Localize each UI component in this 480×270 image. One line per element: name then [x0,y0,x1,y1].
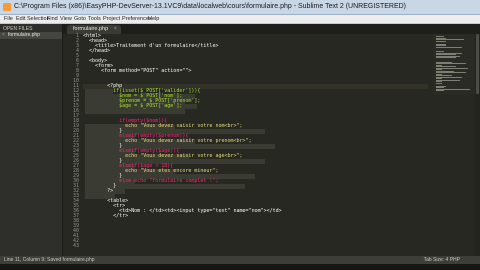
minimap-line [436,57,456,58]
code-editor[interactable]: 1 2 3 4 5 6 7 8 9 10 11 12 13 14 15 16 17 18 19 20 21 22 23 24 2… [63,34,480,256]
menu-help[interactable]: Help [148,15,159,23]
code-line: </head> [83,48,111,54]
menu-find[interactable]: Find [47,15,58,23]
sublime-app-icon [3,3,11,11]
bottom-strip [0,264,480,270]
menu-tools[interactable]: Tools [88,15,101,23]
tab-bar: formulaire.php × [63,24,480,34]
line-number-gutter: 1 2 3 4 5 6 7 8 9 10 11 12 13 14 15 16 17 18 19 20 21 22 23 24 2… [63,34,82,256]
sidebar: OPEN FILES × formulaire.php [0,24,63,256]
code-line: ?> [83,188,114,194]
menu-file[interactable]: File [4,15,13,23]
code-line: <form method="POST" action=""> [83,68,192,74]
menu-edit[interactable]: Edit [16,15,25,23]
code-line: $age = $_POST['age']; [83,103,183,109]
minimap-line [436,82,442,84]
menu-view[interactable]: View [60,15,72,23]
minimap-line [436,90,444,91]
status-right[interactable]: Tab Size: 4 PHP [424,256,460,264]
selection-block [85,109,185,114]
minimap[interactable] [433,34,475,94]
status-left: Line 11, Column 9; Saved formulaire.php [4,257,95,263]
minimap-line [436,46,462,48]
code-line: </tr> [83,213,129,219]
close-icon[interactable]: × [2,32,5,39]
menu-goto[interactable]: Goto [74,15,86,23]
tab-close-icon[interactable]: × [114,25,117,34]
status-bar: Line 11, Column 9; Saved formulaire.php … [0,256,480,264]
title-bar: C:\Program Files (x86)\EasyPHP-DevServer… [0,0,480,15]
menu-project[interactable]: Project [103,15,120,23]
window-title: C:\Program Files (x86)\EasyPHP-DevServer… [14,3,407,10]
menu-bar: File Edit Selection Find View Goto Tools… [0,15,480,24]
line-number: 43 [72,243,79,249]
minimap-line [436,40,446,42]
vertical-scrollbar[interactable] [475,34,480,256]
sidebar-file-label: formulaire.php [8,32,40,38]
code-area[interactable]: <html> <head> <title>Traitement d'un for… [83,34,428,256]
scrollbar-thumb[interactable] [476,34,479,94]
sidebar-file-formulaire[interactable]: × formulaire.php [0,32,62,39]
